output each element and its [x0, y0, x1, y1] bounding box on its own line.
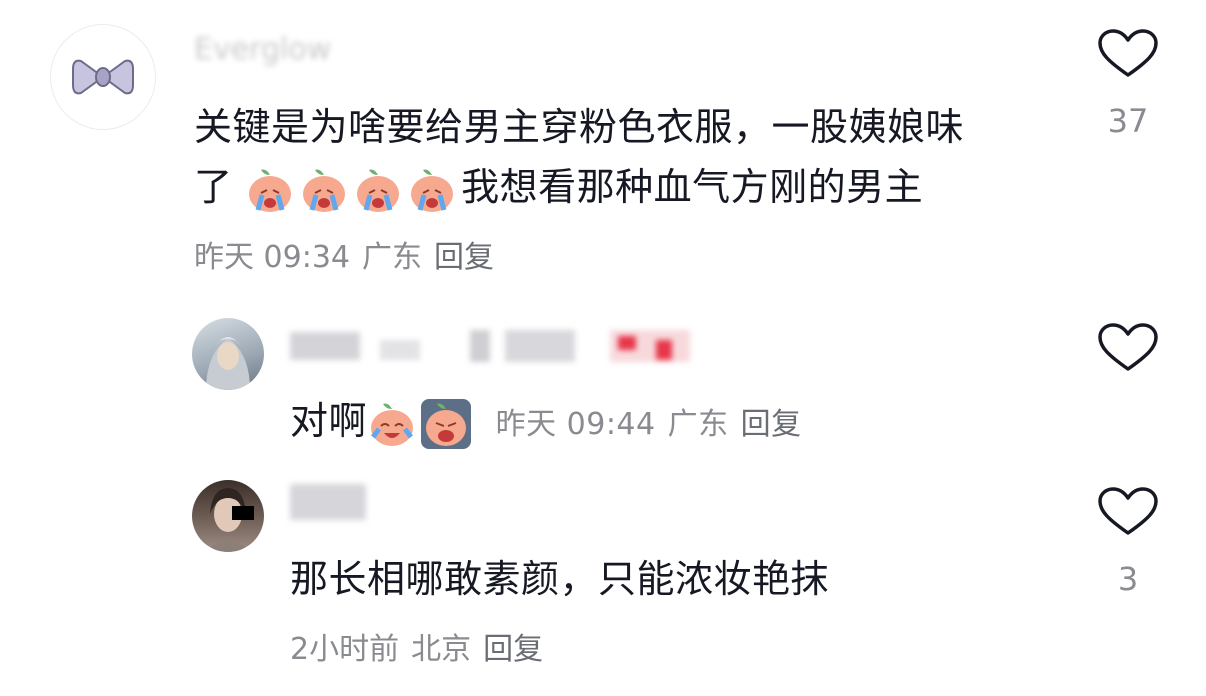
reply-button[interactable]: 回复	[741, 407, 802, 442]
like-button[interactable]: 37	[1088, 28, 1168, 140]
avatar[interactable]	[192, 480, 264, 552]
location: 北京	[411, 632, 472, 667]
like-button[interactable]: 3	[1088, 486, 1168, 598]
timestamp: 昨天 09:34	[194, 240, 350, 275]
comment-meta: 昨天 09:44 广东 回复	[496, 407, 814, 442]
comment-text: 那长相哪敢素颜，只能浓妆艳抹	[290, 557, 830, 601]
heart-outline-icon	[1098, 487, 1158, 535]
avatar-portrait	[206, 337, 250, 390]
comment-text-suffix: 我想看那种血气方刚的男主	[461, 165, 924, 209]
heart-outline-icon	[1098, 323, 1158, 371]
timestamp: 2小时前	[290, 632, 400, 667]
crying-peach-emoji	[353, 165, 403, 215]
comment-text: 对啊	[290, 399, 368, 443]
heart-outline-icon	[1098, 29, 1158, 77]
crying-peach-emoji	[421, 398, 472, 449]
username[interactable]: Everglow	[194, 32, 331, 67]
comment-text-line-1: 关键是为啥要给男主穿粉色衣服，一股姨娘味	[194, 105, 965, 149]
reply-button[interactable]: 回复	[483, 632, 543, 667]
username[interactable]	[290, 484, 370, 524]
avatar[interactable]	[192, 318, 264, 390]
location: 广东	[362, 240, 422, 275]
avatar[interactable]	[50, 24, 156, 130]
comment-meta: 昨天 09:34 广东 回复	[194, 232, 506, 276]
laughing-crying-peach-emoji	[367, 399, 417, 449]
avatar-portrait	[204, 488, 254, 552]
like-button[interactable]	[1088, 322, 1168, 378]
comment-text-line: 对啊 昨天 09:44 广东 回复	[290, 390, 814, 449]
comment-text-line-2: 了 我想看那种血气方刚的男主	[194, 156, 923, 215]
comment-meta: 2小时前 北京 回复	[290, 624, 555, 668]
like-count: 37	[1107, 102, 1149, 140]
like-count: 3	[1117, 560, 1139, 598]
location: 广东	[667, 407, 729, 442]
reply-comment-1: 对啊 昨天 09:44 广东 回复	[0, 300, 1206, 460]
crying-peach-emoji	[407, 165, 457, 215]
crying-peach-emoji	[299, 165, 349, 215]
reply-comment-2: 那长相哪敢素颜，只能浓妆艳抹 2小时前 北京 回复 3	[0, 470, 1206, 696]
username[interactable]	[290, 326, 690, 366]
comment-1: Everglow 关键是为啥要给男主穿粉色衣服，一股姨娘味 了 我想看那种血气方…	[0, 0, 1206, 290]
reply-button[interactable]: 回复	[434, 240, 494, 275]
comment-text-prefix: 了	[194, 165, 233, 209]
bow-icon	[72, 59, 134, 95]
timestamp: 昨天 09:44	[495, 407, 656, 442]
crying-peach-emoji	[245, 165, 295, 215]
